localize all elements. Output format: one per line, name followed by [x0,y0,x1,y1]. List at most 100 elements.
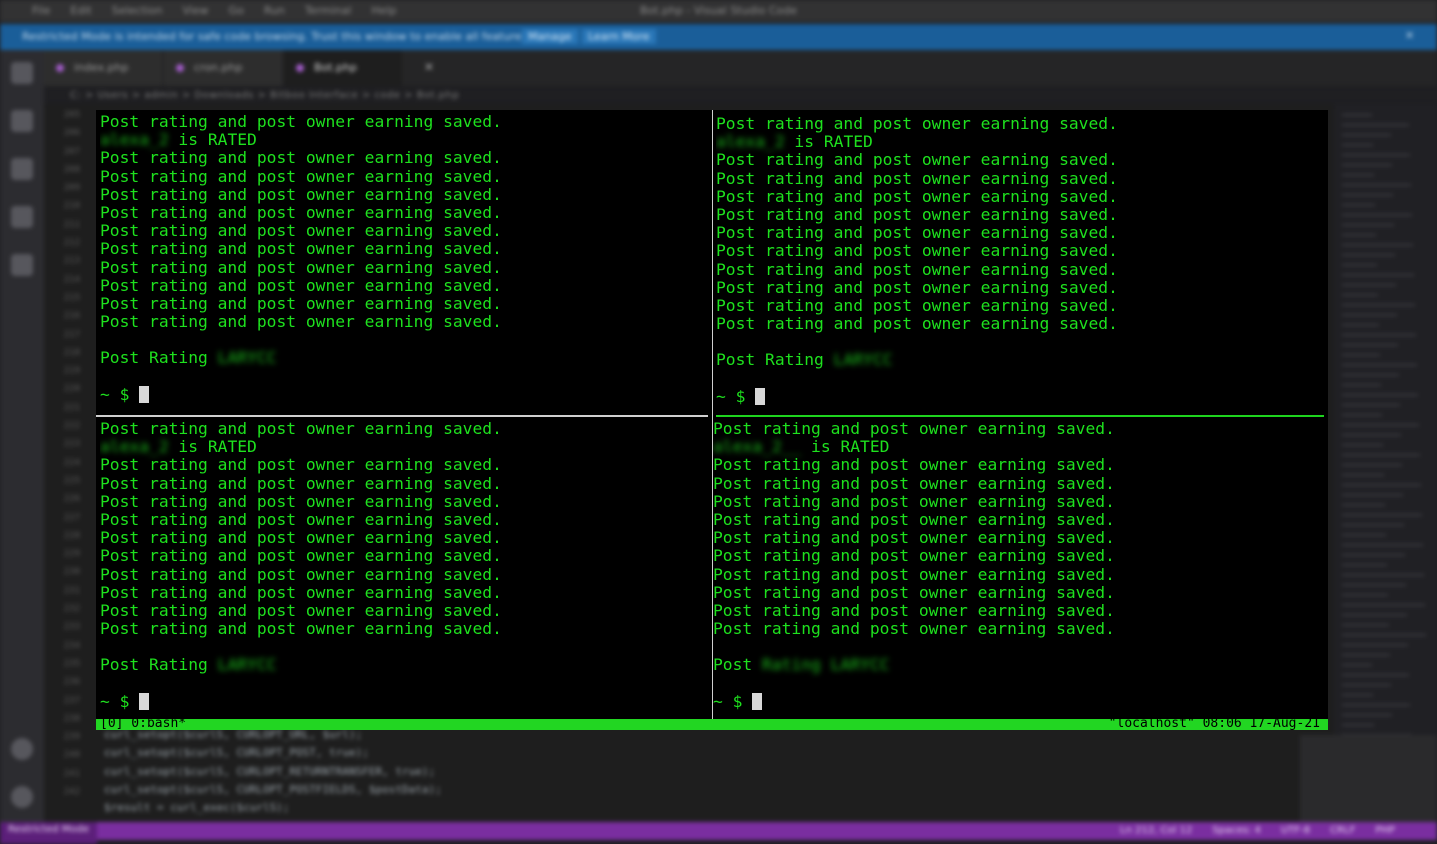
terminal-line: Post rating and post owner earning saved… [100,202,502,222]
minimap-line [1342,214,1412,216]
line-number: 223 [63,439,80,450]
terminal-line: Post rating and post owner earning saved… [100,528,502,548]
minimap-line [1342,504,1385,506]
status-bar-item[interactable]: Spaces: 4 [1212,825,1261,836]
tmux-pane-bottom-left[interactable]: Post rating and post owner earning saved… [100,420,708,718]
pane-divider-horizontal-left[interactable] [96,415,708,417]
code-line: curl_setopt($curlS, CURLOPT_RETURNTRANSF… [104,764,436,778]
minimap[interactable] [1334,104,1437,822]
line-number: 210 [63,201,80,212]
tmux-pane-top-left[interactable]: Post rating and post owner earning saved… [100,113,708,413]
terminal-line: Post rating and post owner earning saved… [716,115,1118,133]
menu-item[interactable]: File [32,4,50,17]
manage-button[interactable]: Manage [522,29,578,44]
terminal-line: Post rating and post owner earning saved… [716,168,1118,188]
menu-item[interactable]: View [182,4,208,17]
line-number: 233 [63,622,80,633]
minimap-line [1342,624,1389,626]
menu-item[interactable]: Terminal [305,4,352,17]
minimap-line [1342,294,1378,296]
line-number: 230 [63,567,80,578]
status-bar-item[interactable]: UTF-8 [1281,825,1310,836]
minimap-line [1342,534,1386,536]
tab-bot-php[interactable]: Bot.php [284,50,402,86]
close-icon[interactable]: ✕ [1405,29,1414,42]
close-tab-icon[interactable]: ✕ [424,60,434,74]
minimap-line [1342,244,1413,246]
minimap-line [1342,544,1423,546]
search-icon[interactable] [11,110,33,132]
minimap-line [1342,724,1374,726]
menu-item[interactable]: Go [229,4,244,17]
minimap-line [1342,694,1373,696]
terminal-line: Post Rating LARYCC [100,655,277,675]
tab-index-php[interactable]: index.php [44,50,162,86]
explorer-icon[interactable] [11,62,33,84]
minimap-line [1342,264,1377,266]
status-bar-item[interactable]: Ln 212, Col 12 [1120,825,1192,836]
tmux-pane-bottom-right[interactable]: Post rating and post owner earning saved… [713,420,1324,718]
status-bar-items: Ln 212, Col 12 Spaces: 4 UTF-8 CRLF PHP [1120,825,1395,836]
menu-item[interactable]: Run [264,4,285,17]
redacted-username: alexa_2__ [713,437,802,457]
terminal-line: Post rating and post owner earning saved… [716,259,1118,279]
line-number: 213 [63,256,80,267]
minimap-line [1342,604,1425,606]
line-number: 222 [63,421,80,432]
status-bar-item[interactable]: PHP [1375,825,1395,836]
restricted-mode-indicator[interactable]: Restricted Mode [0,822,98,844]
minimap-line [1342,304,1415,306]
pane-divider-vertical[interactable] [712,110,713,720]
terminal-line: alexa_2 is RATED [100,437,257,457]
terminal-line: Post rating and post owner earning saved… [716,314,1118,334]
minimap-line [1342,314,1397,316]
terminal-line: Post rating and post owner earning saved… [100,491,502,511]
menu-bar[interactable]: File Edit Selection View Go Run Terminal Help [32,4,396,17]
minimap-line [1342,524,1404,526]
menu-item[interactable]: Edit [70,4,91,17]
line-number: 232 [63,604,80,615]
minimap-line [1342,254,1395,256]
run-debug-icon[interactable] [11,158,33,180]
gear-icon[interactable] [11,786,33,808]
status-bar-item[interactable]: CRLF [1330,825,1355,836]
menu-item[interactable]: Help [371,4,396,17]
minimap-line [1342,444,1383,446]
line-number: 239 [63,732,80,743]
code-line: curl_setopt($curlS, CURLOPT_POST, true); [104,746,369,760]
line-number: 242 [63,786,80,797]
terminal-line: Post rating and post owner earning saved… [716,150,1118,170]
code-lines: curl_setopt($curlS, CURLOPT_URL, $url); c… [104,728,442,819]
line-number: 225 [63,475,80,486]
minimap-line [1342,654,1390,656]
vscode-status-bar: Restricted Mode Ln 212, Col 12 Spaces: 4 U… [0,822,1437,844]
redacted-username: Rating LARYCC [762,655,890,675]
code-line: curl_setopt($curlS, CURLOPT_URL, $url); [104,728,363,741]
minimap-line [1342,494,1403,496]
window-title: Bot.php - Visual Studio Code [640,4,798,17]
line-number: 220 [63,384,80,395]
minimap-line [1342,424,1419,426]
tmux-terminal[interactable]: Post rating and post owner earning saved… [96,110,1328,730]
account-icon[interactable] [11,738,33,760]
source-control-icon[interactable] [11,206,33,228]
tmux-window-list[interactable]: [0] 0:bash* [100,719,186,730]
minimap-line [1342,154,1410,156]
learn-more-button[interactable]: Learn More [582,29,656,44]
minimap-line [1342,404,1400,406]
tmux-pane-top-right[interactable]: Post rating and post owner earning saved… [716,115,1324,415]
terminal-line: Post rating and post owner earning saved… [100,509,502,529]
tab-cron-php[interactable]: cron.php [164,50,282,86]
terminal-line: Post rating and post owner earning saved… [100,275,502,295]
minimap-line [1342,664,1372,666]
extensions-icon[interactable] [11,254,33,276]
menu-item[interactable]: Selection [112,4,163,17]
line-number: 224 [63,457,80,468]
line-number: 205 [63,110,80,120]
minimap-line [1342,514,1422,516]
minimap-line [1342,134,1391,136]
pane-divider-horizontal-right[interactable] [716,415,1324,417]
